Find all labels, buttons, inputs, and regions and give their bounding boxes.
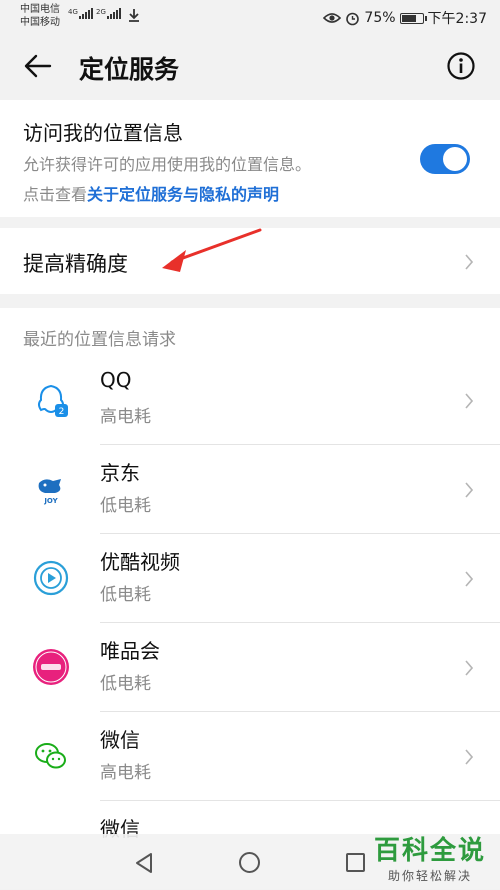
svg-text:JOY: JOY xyxy=(43,497,58,505)
app-row-vip[interactable]: 唯品会 低电耗 xyxy=(0,623,500,712)
alarm-icon xyxy=(346,12,360,25)
jd-icon: JOY xyxy=(38,479,61,505)
app-name: 唯品会 xyxy=(100,639,160,663)
svg-text:2: 2 xyxy=(59,407,65,417)
app-battery-usage: 高电耗 xyxy=(100,407,151,427)
network-type-1: 4G xyxy=(68,8,78,16)
status-bar: 中国电信 中国移动 4G 2G 75% 下午2:37 xyxy=(0,0,500,34)
app-row-wechat[interactable]: 微信 高电耗 xyxy=(0,712,500,801)
app-battery-usage: 高电耗 xyxy=(100,763,151,783)
download-icon xyxy=(129,9,139,22)
status-time: 下午2:37 xyxy=(427,11,487,27)
improve-accuracy-label: 提高精确度 xyxy=(23,252,128,276)
privacy-statement-row: 点击查看关于定位服务与隐私的声明 xyxy=(23,181,279,205)
location-access-card: 访问我的位置信息 允许获得许可的应用使用我的位置信息。 点击查看关于定位服务与隐… xyxy=(0,100,500,217)
privacy-statement-link[interactable]: 关于定位服务与隐私的声明 xyxy=(87,185,279,204)
nav-home-icon[interactable] xyxy=(239,852,260,873)
carrier-1: 中国电信 xyxy=(20,4,60,15)
toggle-knob xyxy=(443,147,467,171)
page-title: 定位服务 xyxy=(79,55,180,84)
chevron-right-icon xyxy=(465,482,473,498)
wechat-icon xyxy=(35,743,66,769)
battery-percent: 75% xyxy=(364,10,396,26)
carrier-2: 中国移动 xyxy=(20,17,60,28)
app-name: QQ xyxy=(100,368,132,392)
location-access-title: 访问我的位置信息 xyxy=(23,121,183,145)
network-type-2: 2G xyxy=(96,8,106,16)
app-battery-usage: 低电耗 xyxy=(100,674,151,694)
location-access-toggle[interactable] xyxy=(420,144,470,174)
qq-icon: 2 xyxy=(38,384,68,417)
chevron-right-icon xyxy=(465,254,473,270)
app-name: 京东 xyxy=(100,461,140,485)
chevron-right-icon xyxy=(465,571,473,587)
app-name: 优酷视频 xyxy=(100,550,180,574)
app-battery-usage: 低电耗 xyxy=(100,585,151,605)
nav-recent-apps-icon[interactable] xyxy=(346,853,365,872)
app-row-youku[interactable]: 优酷视频 低电耗 xyxy=(0,534,500,623)
app-bar: 定位服务 xyxy=(0,34,500,98)
battery-icon xyxy=(399,12,427,24)
watermark: 百科全说 助你轻松解决 xyxy=(374,830,486,884)
eye-comfort-icon xyxy=(323,13,342,23)
app-row-qq[interactable]: 2 QQ 高电耗 xyxy=(0,356,500,445)
vip-icon xyxy=(33,649,69,685)
youku-icon xyxy=(33,560,69,596)
info-icon[interactable] xyxy=(446,51,476,81)
location-access-description: 允许获得许可的应用使用我的位置信息。 xyxy=(23,155,312,174)
back-arrow-icon[interactable] xyxy=(22,50,54,82)
annotation-arrow-icon xyxy=(162,228,262,272)
signal-1-icon: 4G xyxy=(68,8,93,19)
recent-requests-card: 最近的位置信息请求 2 QQ 高电耗 JOY 京东 低电耗 优酷视频 低电耗 唯… xyxy=(0,308,500,889)
app-row-jd[interactable]: JOY 京东 低电耗 xyxy=(0,445,500,534)
carrier-labels: 中国电信 中国移动 xyxy=(20,3,60,29)
signal-2-icon: 2G xyxy=(96,8,121,19)
privacy-link-prefix: 点击查看 xyxy=(23,185,88,204)
watermark-subtitle: 助你轻松解决 xyxy=(387,869,472,883)
status-right: 75% 下午2:37 xyxy=(323,8,487,28)
chevron-right-icon xyxy=(465,660,473,676)
chevron-right-icon xyxy=(465,749,473,765)
battery-fill xyxy=(401,14,416,22)
recent-requests-header: 最近的位置信息请求 xyxy=(23,330,176,350)
watermark-title: 百科全说 xyxy=(373,836,486,866)
nav-back-icon[interactable] xyxy=(134,852,154,874)
app-battery-usage: 低电耗 xyxy=(100,496,151,516)
app-name: 微信 xyxy=(100,728,140,752)
chevron-right-icon xyxy=(465,393,473,409)
